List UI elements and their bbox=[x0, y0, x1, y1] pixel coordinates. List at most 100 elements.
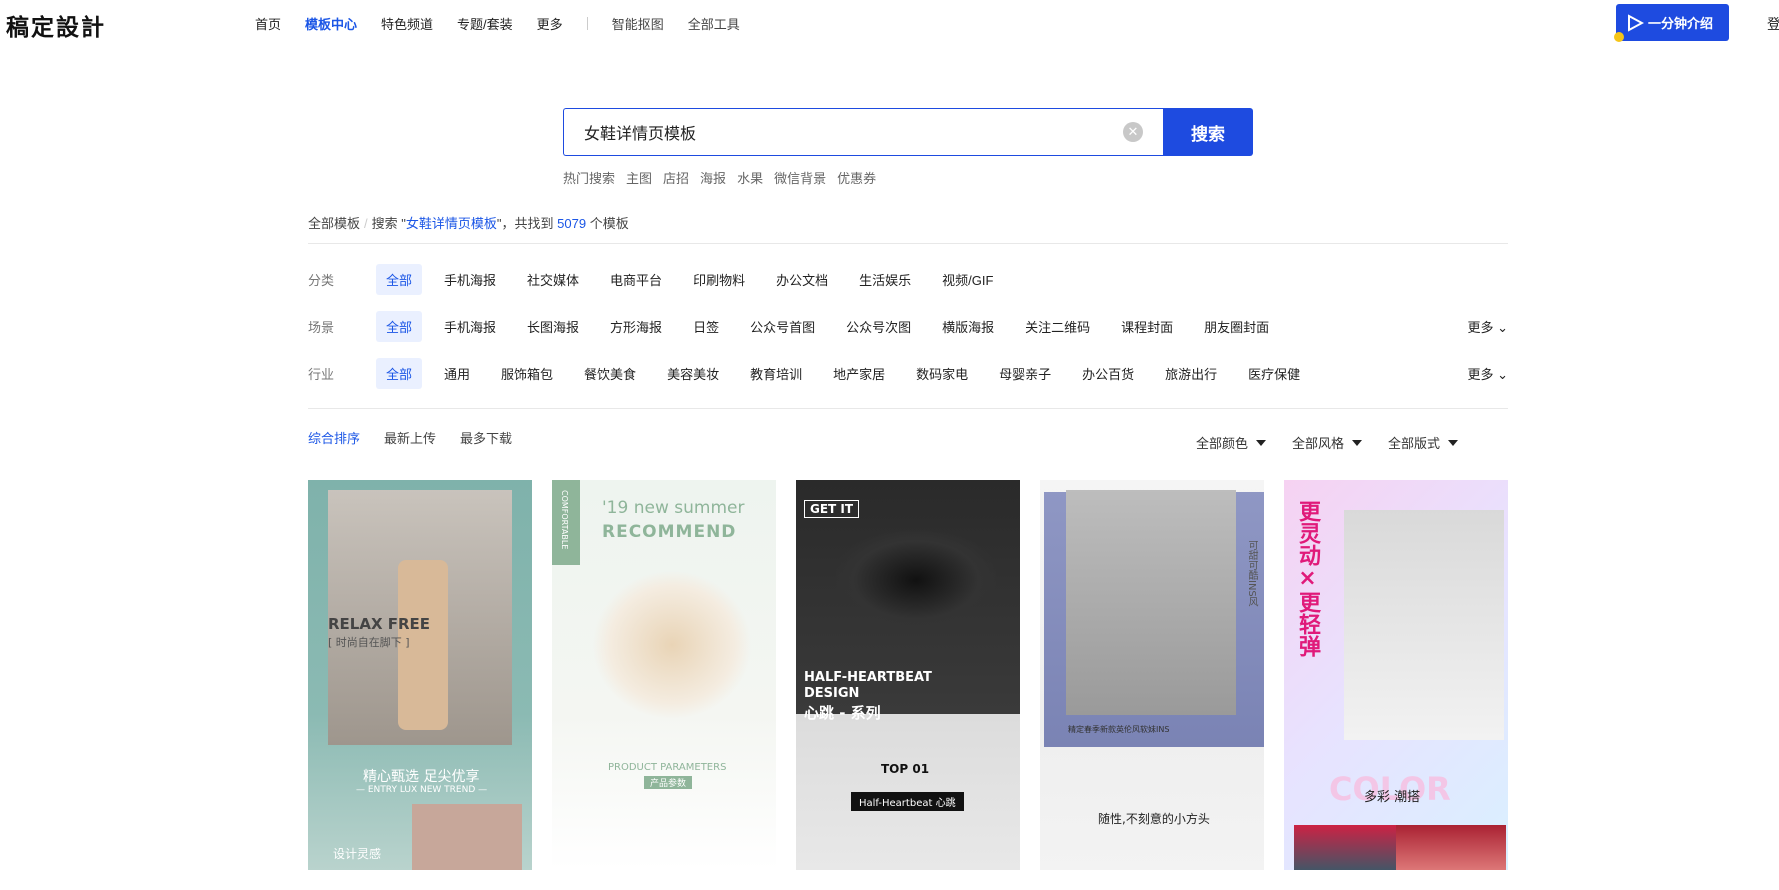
filter-chip[interactable]: 电商平台 bbox=[610, 270, 662, 289]
sneaker-shape bbox=[836, 530, 996, 630]
card-text: RECOMMEND bbox=[602, 522, 737, 542]
card-photo bbox=[412, 804, 522, 870]
hot-tag[interactable]: 海报 bbox=[700, 168, 726, 187]
model-photo bbox=[1066, 490, 1236, 715]
sort-options: 综合排序 最新上传 最多下载 bbox=[308, 428, 536, 447]
card-text: HALF-HEARTBEAT bbox=[804, 670, 932, 685]
filter-chip[interactable]: 课程封面 bbox=[1121, 317, 1173, 336]
industry-more-button[interactable]: 更多 ⌄ bbox=[1467, 364, 1508, 383]
filter-chip[interactable]: 数码家电 bbox=[916, 364, 968, 383]
filter-chip[interactable]: 办公文档 bbox=[776, 270, 828, 289]
nav-topics[interactable]: 专题/套装 bbox=[457, 14, 513, 33]
sort-most-downloaded[interactable]: 最多下载 bbox=[460, 428, 512, 447]
scene-more-button[interactable]: 更多 ⌄ bbox=[1467, 317, 1508, 336]
card-text: GET IT bbox=[804, 500, 860, 518]
search-button[interactable]: 搜索 bbox=[1163, 108, 1253, 156]
more-label: 更多 bbox=[1467, 319, 1494, 335]
filter-chip[interactable]: 生活娱乐 bbox=[859, 270, 911, 289]
template-card[interactable]: 更灵动×更轻弹 COLOR 多彩 潮搭 bbox=[1284, 480, 1508, 870]
logo[interactable]: 稿定設計 bbox=[6, 8, 106, 42]
filter-chip[interactable]: 全部 bbox=[376, 310, 423, 342]
breadcrumb-separator: / bbox=[364, 216, 368, 231]
card-text: 更灵动×更轻弹 bbox=[1295, 500, 1320, 657]
layout-dropdown[interactable]: 全部版式 bbox=[1388, 433, 1459, 452]
filter-chip[interactable]: 朋友圈封面 bbox=[1204, 317, 1269, 336]
filter-industry: 行业 全部 通用 服饰箱包 餐饮美食 美容美妆 教育培训 地产家居 数码家电 母… bbox=[308, 357, 1508, 389]
dropdown-label: 全部版式 bbox=[1388, 436, 1441, 451]
hot-tag[interactable]: 水果 bbox=[737, 168, 763, 187]
card-text: 精定春季新款英伦风软妹INS bbox=[1068, 725, 1170, 734]
nav-template-center[interactable]: 模板中心 bbox=[305, 14, 357, 33]
breadcrumb-keyword: 女鞋详情页模板 bbox=[405, 216, 497, 231]
hot-tag[interactable]: 微信背景 bbox=[774, 168, 826, 187]
breadcrumb: 全部模板 / 搜索 "女鞋详情页模板"，共找到 5079 个模板 bbox=[308, 213, 629, 232]
sort-comprehensive[interactable]: 综合排序 bbox=[308, 428, 360, 447]
caret-down-icon bbox=[1256, 439, 1267, 446]
filter-chip[interactable]: 服饰箱包 bbox=[501, 364, 553, 383]
login-link[interactable]: 登 bbox=[1767, 14, 1779, 34]
filter-chip[interactable]: 日签 bbox=[693, 317, 719, 336]
breadcrumb-all[interactable]: 全部模板 bbox=[308, 216, 360, 231]
filter-chip[interactable]: 全部 bbox=[376, 263, 423, 295]
color-dropdown[interactable]: 全部颜色 bbox=[1196, 433, 1267, 452]
style-dropdown[interactable]: 全部风格 bbox=[1292, 433, 1363, 452]
card-text: — ENTRY LUX NEW TREND — bbox=[356, 785, 488, 795]
nav-more[interactable]: 更多 bbox=[537, 14, 563, 33]
filter-chip[interactable]: 公众号首图 bbox=[750, 317, 815, 336]
filter-label: 场景 bbox=[308, 319, 335, 335]
divider bbox=[308, 408, 1508, 409]
nav-all-tools[interactable]: 全部工具 bbox=[688, 14, 740, 33]
template-card[interactable]: GET IT HALF-HEARTBEAT DESIGN 心跳 - 系列 TOP… bbox=[796, 480, 1020, 870]
filter-chip[interactable]: 旅游出行 bbox=[1165, 364, 1217, 383]
nav-smart-cutout[interactable]: 智能抠图 bbox=[612, 14, 664, 33]
filter-chip[interactable]: 餐饮美食 bbox=[584, 364, 636, 383]
card-text: Half-Heartbeat 心跳 bbox=[851, 792, 964, 811]
clear-icon[interactable]: ✕ bbox=[1123, 122, 1143, 142]
filter-chip[interactable]: 医疗保健 bbox=[1248, 364, 1300, 383]
search-box: ✕ bbox=[563, 108, 1163, 156]
template-card[interactable]: COMFORTABLE '19 new summer RECOMMEND PRO… bbox=[552, 480, 776, 870]
filter-chip[interactable]: 横版海报 bbox=[942, 317, 994, 336]
caret-down-icon bbox=[1448, 439, 1459, 446]
filter-chip[interactable]: 长图海报 bbox=[527, 317, 579, 336]
filter-chip[interactable]: 办公百货 bbox=[1082, 364, 1134, 383]
template-card[interactable]: 可甜可酷INS风 精定春季新款英伦风软妹INS 随性,不刻意的小方头 bbox=[1040, 480, 1264, 870]
hot-tag[interactable]: 主图 bbox=[626, 168, 652, 187]
card-text: 精心甄选 足尖优享 bbox=[363, 769, 480, 785]
filter-label: 行业 bbox=[308, 366, 335, 382]
filter-chip[interactable]: 社交媒体 bbox=[527, 270, 579, 289]
filter-chip[interactable]: 教育培训 bbox=[750, 364, 802, 383]
filter-chip[interactable]: 方形海报 bbox=[610, 317, 662, 336]
filter-chip[interactable]: 手机海报 bbox=[444, 317, 496, 336]
filter-chip[interactable]: 公众号次图 bbox=[846, 317, 911, 336]
filter-chip[interactable]: 手机海报 bbox=[444, 270, 496, 289]
sort-newest[interactable]: 最新上传 bbox=[384, 428, 436, 447]
card-text: TOP 01 bbox=[881, 762, 930, 776]
dropdown-label: 全部风格 bbox=[1292, 436, 1345, 451]
hot-tag[interactable]: 店招 bbox=[663, 168, 689, 187]
nav-home[interactable]: 首页 bbox=[255, 14, 281, 33]
more-label: 更多 bbox=[1467, 366, 1494, 382]
filter-chip[interactable]: 关注二维码 bbox=[1025, 317, 1090, 336]
card-photo bbox=[1294, 825, 1404, 870]
card-headline: RELAX FREE bbox=[328, 615, 431, 633]
card-text: 随性,不刻意的小方头 bbox=[1098, 812, 1210, 826]
nav-featured-channel[interactable]: 特色频道 bbox=[381, 14, 433, 33]
filter-chip[interactable]: 通用 bbox=[444, 364, 470, 383]
breadcrumb-suffix: 个模板 bbox=[589, 216, 629, 231]
hot-tag[interactable]: 优惠券 bbox=[837, 168, 876, 187]
chevron-down-icon: ⌄ bbox=[1497, 319, 1508, 335]
filter-chip[interactable]: 母婴亲子 bbox=[999, 364, 1051, 383]
filter-label: 分类 bbox=[308, 272, 335, 288]
card-text: '19 new summer bbox=[602, 498, 745, 518]
filter-chip[interactable]: 印刷物料 bbox=[693, 270, 745, 289]
filter-chip[interactable]: 视频/GIF bbox=[942, 270, 993, 289]
template-card[interactable]: RELAX FREE [ 时尚自在脚下 ] 精心甄选 足尖优享 — ENTRY … bbox=[308, 480, 532, 870]
card-photo bbox=[1396, 825, 1506, 870]
filter-chip[interactable]: 美容美妆 bbox=[667, 364, 719, 383]
filter-scene: 场景 全部 手机海报 长图海报 方形海报 日签 公众号首图 公众号次图 横版海报… bbox=[308, 310, 1508, 342]
intro-video-button[interactable]: 一分钟介绍 bbox=[1616, 4, 1729, 41]
filter-chip[interactable]: 全部 bbox=[376, 357, 423, 389]
search-input[interactable] bbox=[584, 123, 1084, 141]
filter-chip[interactable]: 地产家居 bbox=[833, 364, 885, 383]
